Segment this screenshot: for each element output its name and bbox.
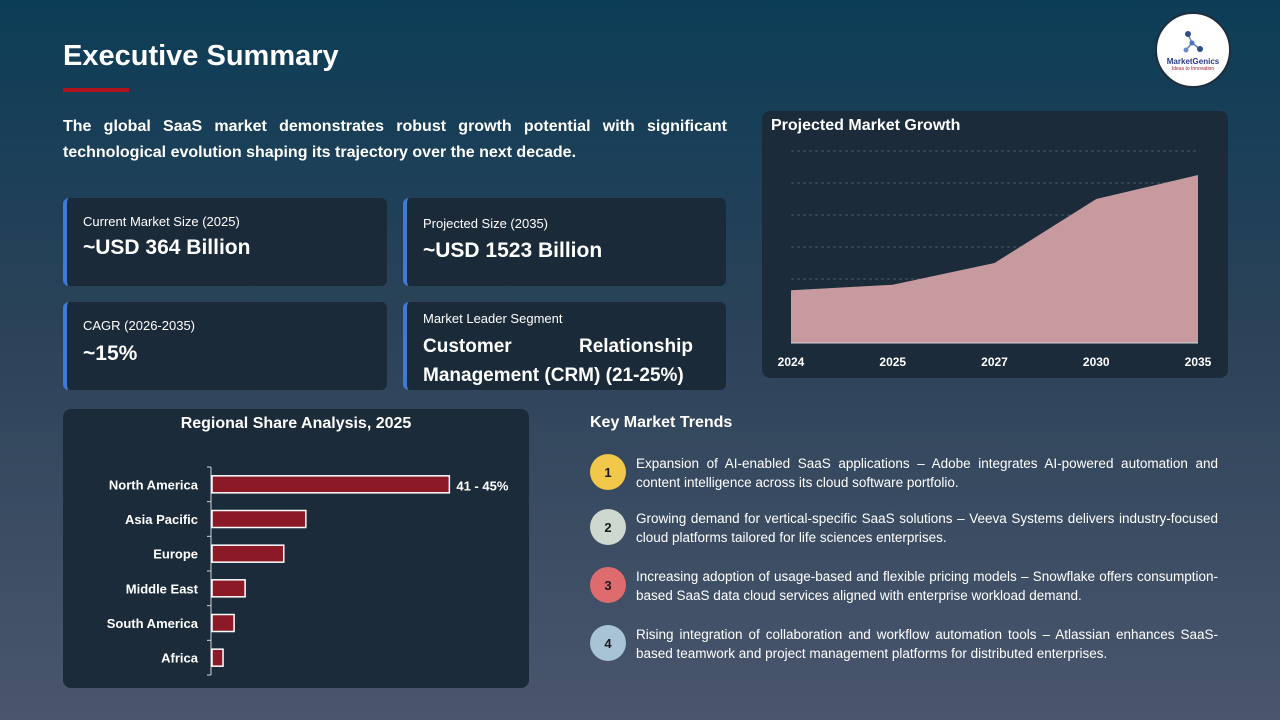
x-tick-label: 2035: [1185, 355, 1212, 369]
logo-name: MarketGenics: [1166, 56, 1220, 66]
bar: [211, 613, 235, 633]
x-tick-label: 2027: [981, 355, 1008, 369]
growth-chart-panel: Projected Market Growth 2024 2025 2027 2030…: [762, 111, 1228, 378]
growth-area-chart: 2024 2025 2027 2030 2035: [778, 150, 1212, 369]
network-icon: [1183, 30, 1203, 52]
trend-text: Growing demand for vertical-specific Saa…: [636, 511, 1218, 545]
cagr-value: ~15%: [83, 342, 138, 365]
title-underline: [63, 88, 129, 92]
logo-tagline: Ideas to Innovation: [1171, 65, 1215, 72]
trend-text: Rising integration of collaboration and …: [636, 627, 1218, 661]
data-label: 41 - 45%: [456, 478, 508, 493]
category-label: Africa: [161, 651, 199, 666]
category-label: Middle East: [126, 581, 199, 596]
bar: [211, 475, 451, 494]
bar: [211, 544, 285, 563]
regional-chart-panel: Regional Share Analysis, 2025 North Amer…: [63, 409, 529, 688]
bar: [211, 648, 224, 667]
trend-text: Increasing adoption of usage-based and f…: [636, 569, 1218, 603]
leader-segment-card: Market Leader Segment Customer Relations…: [403, 302, 726, 390]
trend-number-badge: 2: [590, 509, 626, 545]
leader-segment-label: Market Leader Segment: [423, 311, 563, 326]
trend-number-badge: 1: [590, 454, 626, 490]
cagr-card: CAGR (2026-2035) ~15%: [63, 302, 387, 390]
projected-size-value: ~USD 1523 Billion: [423, 239, 603, 262]
trend-number-badge: 4: [590, 625, 626, 661]
page-title: Executive Summary: [63, 40, 339, 72]
x-tick-label: 2030: [1083, 355, 1110, 369]
cagr-label: CAGR (2026-2035): [83, 318, 195, 333]
current-size-value: ~USD 364 Billion: [83, 236, 251, 259]
bar: [211, 579, 246, 598]
x-tick-label: 2024: [778, 355, 805, 369]
trends-title: Key Market Trends: [590, 414, 733, 431]
regional-bar-chart: North America 41 - 45% Asia Pacific Europe M…: [107, 466, 509, 676]
trend-number-badge: 3: [590, 567, 626, 603]
intro-paragraph: The global SaaS market demonstrates robu…: [63, 118, 727, 161]
category-label: Asia Pacific: [125, 512, 198, 527]
bar: [211, 509, 307, 529]
company-logo[interactable]: MarketGenics Ideas to Innovation: [1155, 12, 1231, 88]
category-label: South America: [107, 616, 199, 631]
current-size-label: Current Market Size (2025): [83, 214, 240, 229]
x-tick-label: 2025: [879, 355, 906, 369]
category-label: North America: [109, 477, 199, 492]
area-series: [791, 175, 1198, 343]
leader-segment-value: Customer Relationship Management (CRM) (…: [423, 336, 693, 386]
projected-size-card: Projected Size (2035) ~USD 1523 Billion: [403, 198, 726, 286]
projected-size-label: Projected Size (2035): [423, 216, 549, 231]
category-label: Europe: [153, 547, 198, 562]
current-size-card: Current Market Size (2025) ~USD 364 Bill…: [63, 198, 387, 286]
trend-text: Expansion of AI-enabled SaaS application…: [636, 456, 1218, 490]
